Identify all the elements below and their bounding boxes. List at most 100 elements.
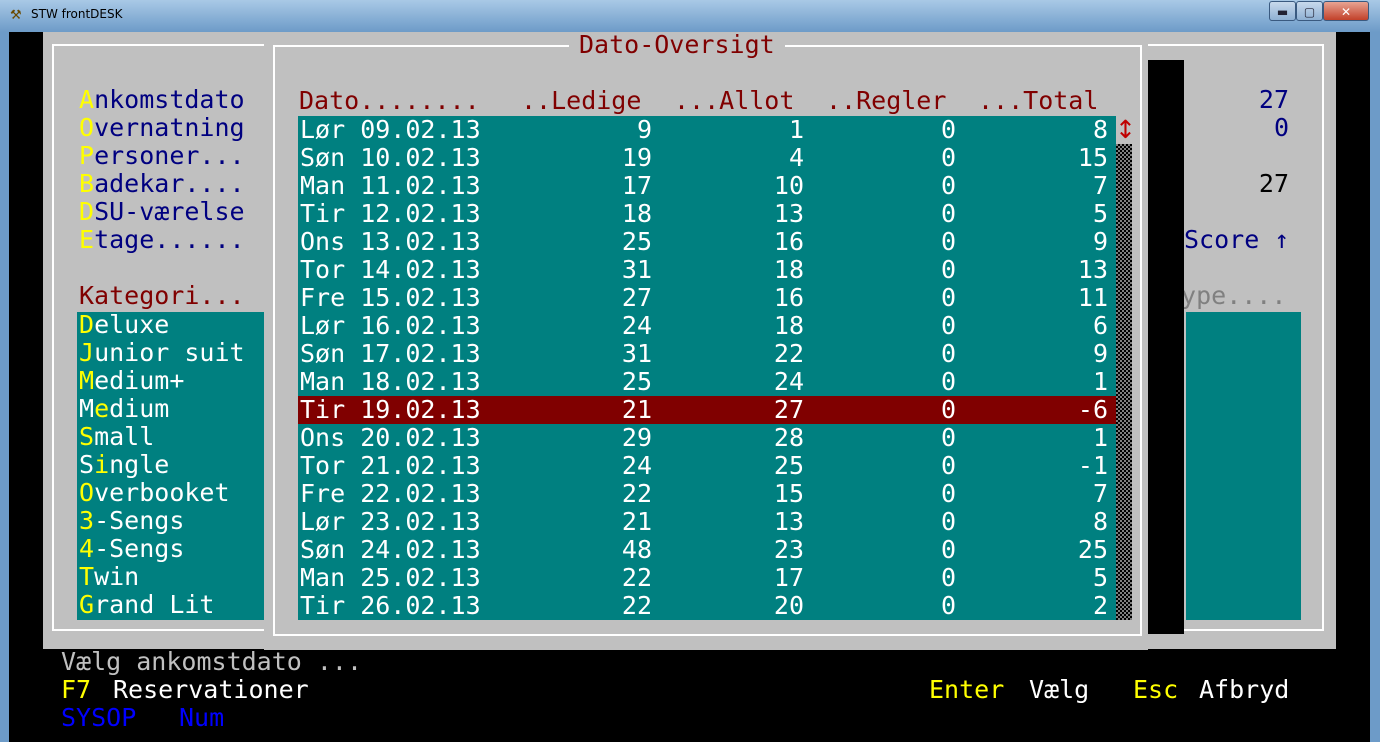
row-allot: 18 xyxy=(773,255,804,284)
row-date: Tir 12.02.13 xyxy=(300,199,481,228)
category-item[interactable]: Junior suit xyxy=(79,339,245,367)
form-label[interactable]: Ankomstdato xyxy=(79,86,245,114)
date-row[interactable]: Lør 16.02.13 24 18 0 6 xyxy=(298,312,1116,340)
row-regler: 0 xyxy=(940,563,956,592)
category-text: mall xyxy=(94,422,155,451)
hotkey-letter: 4 xyxy=(79,534,95,563)
close-button[interactable]: ✕ xyxy=(1323,1,1369,21)
row-total: 1 xyxy=(1092,367,1108,396)
form-label[interactable]: Badekar.... xyxy=(79,170,245,198)
form-label[interactable]: DSU-værelse xyxy=(79,198,245,226)
row-ledige: 21 xyxy=(621,395,652,424)
category-item[interactable]: Medium xyxy=(79,395,169,423)
scrollbar-track[interactable] xyxy=(1116,144,1132,620)
hotkey-letter: e xyxy=(94,394,110,423)
date-row[interactable]: Søn 17.02.13 31 22 0 9 xyxy=(298,340,1116,368)
row-date: Man 18.02.13 xyxy=(300,367,481,396)
category-item[interactable]: Medium+ xyxy=(79,367,184,395)
row-total: 25 xyxy=(1077,535,1108,564)
scroll-arrow-icon[interactable]: ↕ xyxy=(1115,116,1136,144)
row-ledige: 27 xyxy=(621,283,652,312)
category-item[interactable]: Twin xyxy=(79,563,139,591)
date-row[interactable]: Ons 13.02.13 25 16 0 9 xyxy=(298,228,1116,256)
hotkey-letter: S xyxy=(79,422,95,451)
row-regler: 0 xyxy=(940,507,956,536)
date-row[interactable]: Tir 26.02.13 22 20 0 2 xyxy=(298,592,1116,620)
minimize-button[interactable]: ▬ xyxy=(1269,1,1296,21)
maximize-button[interactable]: ▢ xyxy=(1296,1,1323,21)
label-text: SU-værelse xyxy=(94,197,245,226)
date-row[interactable]: Fre 15.02.13 27 16 0 11 xyxy=(298,284,1116,312)
hotkey-letter: B xyxy=(79,169,95,198)
category-text: verbooket xyxy=(94,478,230,507)
row-total: 5 xyxy=(1092,199,1108,228)
value-badekar[interactable]: 27 xyxy=(1209,170,1289,198)
enter-key[interactable]: Enter xyxy=(929,676,1004,704)
date-row[interactable]: Søn 10.02.13 19 4 0 15 xyxy=(298,144,1116,172)
window-title: STW frontDESK xyxy=(31,7,123,21)
row-date: Søn 10.02.13 xyxy=(300,143,481,172)
row-total: -6 xyxy=(1077,395,1108,424)
label-text: tage...... xyxy=(94,225,245,254)
date-row[interactable]: Søn 24.02.13 48 23 0 25 xyxy=(298,536,1116,564)
date-row[interactable]: Tir 12.02.13 18 13 0 5 xyxy=(298,200,1116,228)
row-date: Tor 21.02.13 xyxy=(300,451,481,480)
esc-key[interactable]: Esc xyxy=(1133,676,1178,704)
window-titlebar[interactable]: ⚒ STW frontDESK ▬ ▢ ✕ xyxy=(0,0,1380,32)
row-allot: 23 xyxy=(773,535,804,564)
row-regler: 0 xyxy=(940,115,956,144)
value-ankomstdato[interactable]: 27 xyxy=(1209,86,1289,114)
enter-label[interactable]: Vælg xyxy=(1029,676,1089,704)
header-dato: Dato........ xyxy=(299,86,480,115)
date-row[interactable]: Lør 09.02.13 9 1 0 8 xyxy=(298,116,1116,144)
row-allot: 15 xyxy=(773,479,804,508)
category-item[interactable]: Single xyxy=(79,451,169,479)
popup-title: Dato-Oversigt xyxy=(569,32,785,59)
row-regler: 0 xyxy=(940,339,956,368)
date-row[interactable]: Man 25.02.13 22 17 0 5 xyxy=(298,564,1116,592)
category-text: edium+ xyxy=(94,366,185,395)
row-regler: 0 xyxy=(940,143,956,172)
label-text: ersoner... xyxy=(94,141,245,170)
hotkey-letter: A xyxy=(79,85,95,114)
category-item[interactable]: 4-Sengs xyxy=(79,535,184,563)
console-area: Ankomstdato Overnatning Personer... Badekar… xyxy=(9,32,1370,742)
f7-label[interactable]: Reservationer xyxy=(113,676,309,704)
date-row[interactable]: Tor 21.02.13 24 25 0 -1 xyxy=(298,452,1116,480)
category-text: rand Lit xyxy=(94,590,215,619)
hotkey-letter: J xyxy=(79,338,95,367)
category-item[interactable]: Grand Lit xyxy=(79,591,214,619)
date-row[interactable]: Lør 23.02.13 21 13 0 8 xyxy=(298,508,1116,536)
row-allot: 27 xyxy=(773,395,804,424)
window-frame-left xyxy=(0,32,9,742)
date-row[interactable]: Man 11.02.13 17 10 0 7 xyxy=(298,172,1116,200)
row-ledige: 48 xyxy=(621,535,652,564)
category-prefix: S xyxy=(79,450,95,479)
app-icon: ⚒ xyxy=(10,8,22,23)
category-item[interactable]: Overbooket xyxy=(79,479,230,507)
row-allot: 22 xyxy=(773,339,804,368)
category-text: unior suit xyxy=(94,338,245,367)
esc-label[interactable]: Afbryd xyxy=(1199,676,1289,704)
form-label[interactable]: Personer... xyxy=(79,142,245,170)
hotkey-letter: G xyxy=(79,590,95,619)
date-row[interactable]: Tir 19.02.13 21 27 0 -6 xyxy=(298,396,1116,424)
row-regler: 0 xyxy=(940,171,956,200)
f7-key[interactable]: F7 xyxy=(61,676,91,704)
row-date: Ons 20.02.13 xyxy=(300,423,481,452)
row-date: Fre 22.02.13 xyxy=(300,479,481,508)
date-row[interactable]: Man 18.02.13 25 24 0 1 xyxy=(298,368,1116,396)
date-row[interactable]: Fre 22.02.13 22 15 0 7 xyxy=(298,480,1116,508)
date-row[interactable]: Ons 20.02.13 29 28 0 1 xyxy=(298,424,1116,452)
category-item[interactable]: 3-Sengs xyxy=(79,507,184,535)
category-item[interactable]: Deluxe xyxy=(79,311,169,339)
date-row[interactable]: Tor 14.02.13 31 18 0 13 xyxy=(298,256,1116,284)
label-text: nkomstdato xyxy=(94,85,245,114)
form-label[interactable]: Overnatning xyxy=(79,114,245,142)
value-overnatning[interactable]: 0 xyxy=(1209,114,1289,142)
score-label[interactable]: Score ↑ xyxy=(1184,226,1289,254)
category-item[interactable]: Small xyxy=(79,423,154,451)
form-label[interactable]: Etage...... xyxy=(79,226,245,254)
row-regler: 0 xyxy=(940,451,956,480)
row-ledige: 22 xyxy=(621,591,652,620)
